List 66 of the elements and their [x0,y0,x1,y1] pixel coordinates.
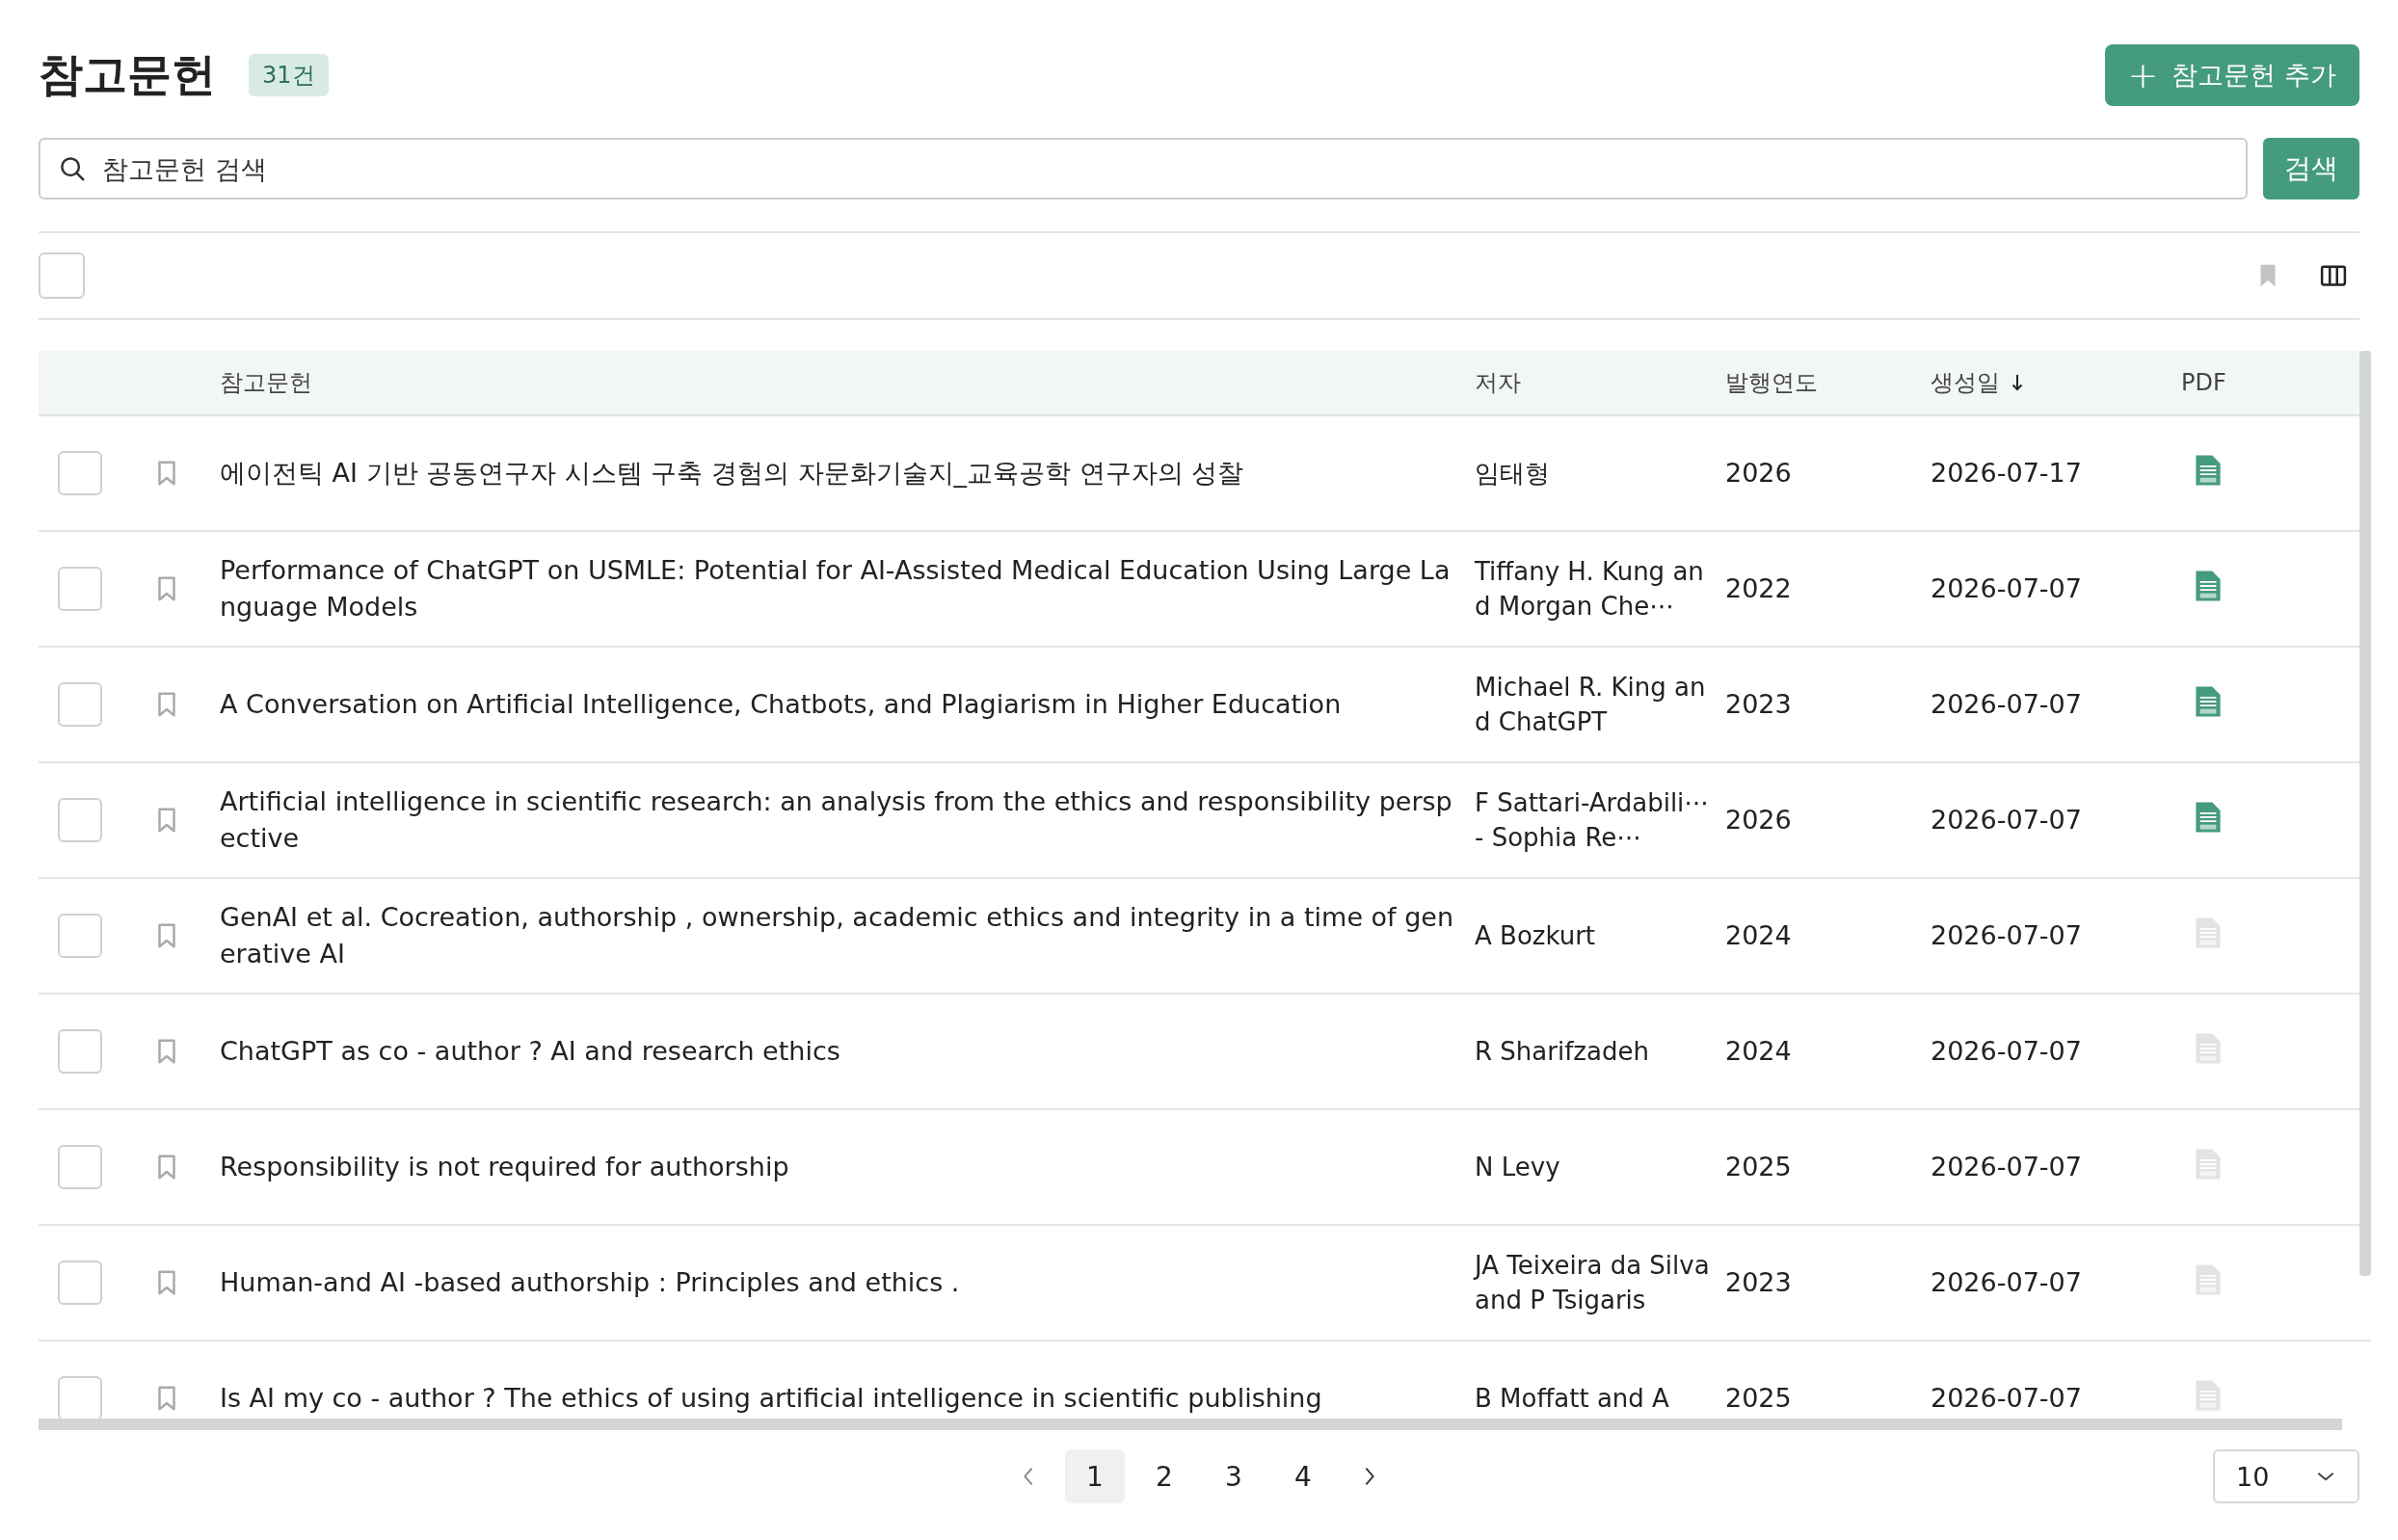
vertical-scrollbar[interactable] [2359,351,2371,1276]
reference-title[interactable]: Is AI my co - author ? The ethics of using artificial intelligence in scientific publishing [220,1380,1475,1417]
year-cell-text: 2024 [1725,1035,1793,1069]
column-header[interactable]: 참고문헌 [220,367,1475,398]
reference-title[interactable]: GenAI et al. Cocreation, authorship , ownership, academic ethics and integrity in a time of generative AI [220,899,1475,972]
author-cell-text: R Sharifzadeh [1475,1035,1650,1068]
created-date-cell-text: 2026-07-07 [1931,919,2083,953]
row-checkbox[interactable] [58,1029,102,1074]
page-button[interactable]: 1 [1065,1449,1125,1503]
year-cell-text: 2025 [1725,1151,1793,1184]
pdf-file-icon[interactable] [2195,684,2222,719]
page-button[interactable]: 4 [1273,1449,1333,1503]
author-cell-text: Tiffany H. Kung and Morgan Che⋯ [1475,555,1705,623]
horizontal-scrollbar[interactable] [39,1419,2342,1430]
year-cell-text: 2022 [1725,572,1793,606]
column-header[interactable]: PDF [2181,369,2278,396]
row-checkbox[interactable] [58,914,102,958]
column-header[interactable]: 발행연도 [1725,367,1931,398]
column-header[interactable]: 생성일 [1931,367,2181,398]
reference-title[interactable]: Artificial intelligence in scientific research: an analysis from the ethics and responsibility perspective [220,783,1475,857]
author-cell-text: B Moffatt and A [1475,1382,1670,1415]
pdf-file-icon[interactable] [2195,800,2222,835]
reference-title[interactable]: Performance of ChatGPT on USMLE: Potential for AI-Assisted Medical Education Using Large Language Models [220,552,1475,625]
created-date-cell-text: 2026-07-17 [1931,457,2083,491]
page-size-select[interactable]: 10 [2213,1449,2359,1503]
created-date-cell-text: 2026-07-07 [1931,1151,2083,1184]
chevron-down-icon [2315,1470,2336,1483]
year-cell-text: 2023 [1725,688,1793,722]
row-checkbox[interactable] [58,682,102,727]
reference-title[interactable]: 에이전틱 AI 기반 공동연구자 시스템 구축 경험의 자문화기술지_교육공학 연구자의 성찰 [220,455,1475,491]
select-all-checkbox[interactable] [39,252,85,299]
pdf-file-icon[interactable] [2195,569,2222,603]
author-cell-text: JA Teixeira da Silva and P Tsigaris [1475,1249,1711,1316]
page-button[interactable]: 3 [1204,1449,1264,1503]
row-checkbox[interactable] [58,451,102,495]
reference-title[interactable]: Responsibility is not required for authorship [220,1149,1475,1185]
created-date-cell-text: 2026-07-07 [1931,572,2083,606]
reference-title[interactable]: ChatGPT as co - author ? AI and research ethics [220,1033,1475,1070]
created-date-cell-text: 2026-07-07 [1931,1382,2083,1416]
author-cell-text: F Sattari-Ardabili⋯ - Sophia Re⋯ [1475,786,1711,854]
count-badge: 31건 [249,54,329,96]
page-title: 참고문헌 [39,47,216,102]
created-date-cell-text: 2026-07-07 [1931,804,2083,837]
row-checkbox[interactable] [58,1261,102,1305]
pdf-file-icon[interactable] [2195,453,2222,488]
created-date-cell-text: 2026-07-07 [1931,1266,2083,1300]
year-cell-text: 2026 [1725,457,1793,491]
search-field[interactable]: 참고문헌 검색 [39,138,2248,199]
author-cell-text: 임태형 [1475,457,1551,490]
reference-title[interactable]: A Conversation on Artificial Intelligence, Chatbots, and Plagiarism in Higher Education [220,686,1475,723]
year-cell-text: 2025 [1725,1382,1793,1416]
search-icon [58,154,87,183]
row-checkbox[interactable] [58,1145,102,1189]
year-cell-text: 2026 [1725,804,1793,837]
row-checkbox[interactable] [58,567,102,611]
row-checkbox[interactable] [58,798,102,842]
column-header[interactable]: 저자 [1475,367,1725,398]
year-cell-text: 2024 [1725,919,1793,953]
author-cell-text: Michael R. King and ChatGPT [1475,671,1707,738]
year-cell-text: 2023 [1725,1266,1793,1300]
row-checkbox[interactable] [58,1376,102,1419]
created-date-cell-text: 2026-07-07 [1931,688,2083,722]
page-button[interactable]: 2 [1134,1449,1194,1503]
created-date-cell-text: 2026-07-07 [1931,1035,2083,1069]
author-cell-text: A Bozkurt [1475,919,1597,952]
author-cell-text: N Levy [1475,1151,1561,1183]
